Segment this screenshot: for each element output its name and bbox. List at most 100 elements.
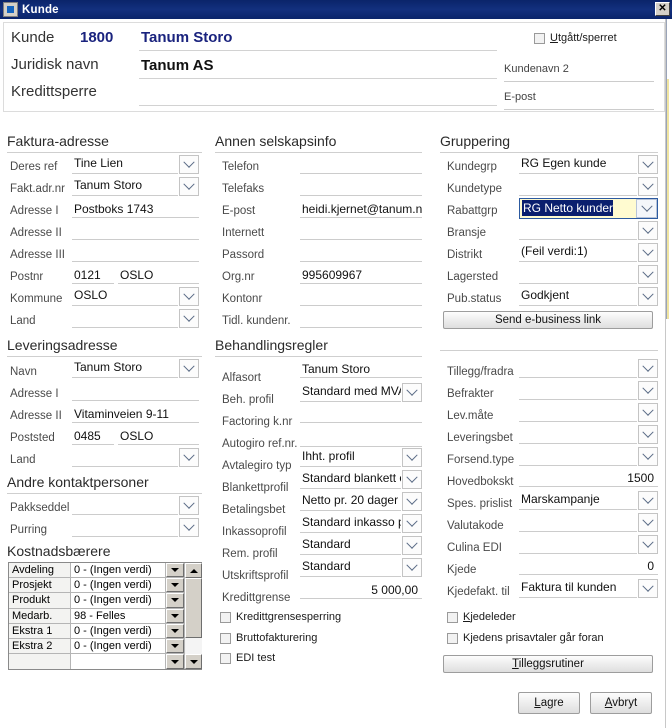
chevron-down-icon[interactable] [179, 496, 199, 515]
utgatt-sperret-checkbox[interactable]: Utgått/sperret [534, 32, 617, 44]
chevron-down-icon[interactable] [638, 155, 658, 174]
rem-profil-value[interactable]: Standard [300, 536, 401, 555]
levering-adresse-ii-field[interactable]: Vitaminveien 9-11 [72, 406, 199, 423]
checkbox-icon[interactable] [220, 652, 231, 664]
kjedeleder-checkbox[interactable]: Kjedeleder [447, 611, 516, 623]
kunde-number[interactable]: 1800 [80, 29, 113, 46]
deres-ref-value[interactable]: Tine Lien [72, 155, 178, 174]
forsend-type-combo[interactable] [519, 447, 658, 466]
kunde-name-value[interactable]: Tanum Storo [141, 29, 232, 46]
kundetype-value[interactable] [519, 177, 637, 196]
distrikt-combo[interactable]: (Feil verdi:1) [519, 243, 658, 262]
table-row[interactable] [9, 654, 184, 669]
epost-field[interactable]: heidi.kjernet@tanum.no [300, 201, 422, 218]
chevron-down-icon[interactable] [179, 309, 199, 328]
kundegrp-value[interactable]: RG Egen kunde [519, 155, 637, 174]
deres-ref-combo[interactable]: Tine Lien [72, 155, 199, 174]
chevron-down-icon[interactable] [166, 608, 184, 623]
faktura-postnr-field[interactable]: 0121 [72, 267, 114, 284]
chevron-down-icon[interactable] [166, 623, 184, 638]
checkbox-icon[interactable] [447, 611, 458, 623]
kjedefakt-til-value[interactable]: Faktura til kunden [519, 579, 637, 598]
betalingsbet-value[interactable]: Netto pr. 20 dager [300, 492, 401, 511]
kredittgrense-field[interactable]: 5 000,00 [300, 582, 422, 599]
lagersted-combo[interactable] [519, 265, 658, 284]
telefaks-field[interactable] [300, 179, 422, 196]
kostnadsbaerere-grid[interactable]: Avdeling 0 - (Ingen verdi) Prosjekt 0 - … [8, 562, 202, 670]
passord-field[interactable] [300, 245, 422, 262]
befrakter-value[interactable] [519, 381, 637, 400]
kundegrp-combo[interactable]: RG Egen kunde [519, 155, 658, 174]
chevron-down-icon[interactable] [638, 447, 658, 466]
levering-navn-combo[interactable]: Tanum Storo [72, 359, 199, 378]
pub-status-combo[interactable]: Godkjent [519, 287, 658, 306]
levering-postnr-field[interactable]: 0485 [72, 428, 114, 445]
rem-profil-combo[interactable]: Standard [300, 536, 422, 555]
chevron-down-icon[interactable] [638, 177, 658, 196]
checkbox-icon[interactable] [220, 632, 231, 644]
table-row[interactable]: Produkt 0 - (Ingen verdi) [9, 593, 184, 609]
scroll-up-icon[interactable] [185, 563, 202, 578]
chevron-down-icon[interactable] [179, 518, 199, 537]
chevron-down-icon[interactable] [166, 593, 184, 608]
beh-profil-value[interactable]: Standard med MVA [300, 383, 401, 402]
chevron-down-icon[interactable] [166, 563, 184, 578]
valutakode-combo[interactable] [519, 513, 658, 532]
chevron-down-icon[interactable] [402, 558, 422, 577]
spes-prisliste-combo[interactable]: Marskampanje [519, 491, 658, 510]
faktura-adresse-i-field[interactable]: Postboks 1743 [72, 201, 199, 218]
chevron-down-icon[interactable] [402, 514, 422, 533]
pakkseddel-combo[interactable] [72, 496, 199, 515]
kommune-value[interactable]: OSLO [72, 287, 178, 306]
chevron-down-icon[interactable] [638, 513, 658, 532]
culina-edi-value[interactable] [519, 535, 637, 554]
chevron-down-icon[interactable] [402, 536, 422, 555]
inkassoprofil-combo[interactable]: Standard inkasso pr [300, 514, 422, 533]
chevron-down-icon[interactable] [179, 287, 199, 306]
table-row[interactable]: Ekstra 1 0 - (Ingen verdi) [9, 623, 184, 639]
inkassoprofil-value[interactable]: Standard inkasso pr [300, 514, 401, 533]
close-icon[interactable]: ✕ [655, 2, 670, 16]
kb-row-value[interactable]: 0 - (Ingen verdi) [71, 593, 166, 608]
rabattgrp-value[interactable]: RG Netto kunder [522, 200, 614, 216]
levering-poststed-field[interactable]: OSLO [118, 428, 199, 445]
chevron-down-icon[interactable] [638, 221, 658, 240]
tidl-kundenr-field[interactable] [300, 311, 422, 328]
bransje-combo[interactable] [519, 221, 658, 240]
kb-row-value[interactable]: 0 - (Ingen verdi) [71, 563, 166, 578]
purring-combo[interactable] [72, 518, 199, 537]
save-button[interactable]: Lagre [518, 692, 580, 714]
kommune-combo[interactable]: OSLO [72, 287, 199, 306]
fakt-adr-nr-combo[interactable]: Tanum Storo [72, 177, 199, 196]
land-faktura-value[interactable] [72, 309, 178, 328]
faktura-poststed-field[interactable]: OSLO [118, 267, 199, 284]
alfasort-field[interactable]: Tanum Storo [300, 361, 422, 378]
pakkseddel-value[interactable] [72, 496, 178, 515]
kb-row-value[interactable]: 0 - (Ingen verdi) [71, 578, 166, 593]
chevron-down-icon[interactable] [638, 403, 658, 422]
kb-row-value[interactable]: 0 - (Ingen verdi) [71, 623, 166, 638]
checkbox-icon[interactable] [534, 32, 545, 44]
faktura-adresse-iii-field[interactable] [72, 245, 199, 262]
beh-profil-combo[interactable]: Standard med MVA [300, 383, 422, 402]
internett-field[interactable] [300, 223, 422, 240]
scroll-down-icon[interactable] [185, 654, 202, 669]
befrakter-combo[interactable] [519, 381, 658, 400]
chevron-down-icon[interactable] [638, 287, 658, 306]
lev-mate-combo[interactable] [519, 403, 658, 422]
lagersted-value[interactable] [519, 265, 637, 284]
land-levering-combo[interactable] [72, 448, 199, 467]
kb-row-value[interactable] [71, 654, 166, 669]
utskriftsprofil-value[interactable]: Standard [300, 558, 401, 577]
forsend-type-value[interactable] [519, 447, 637, 466]
chevron-down-icon[interactable] [638, 265, 658, 284]
chevron-down-icon[interactable] [402, 383, 422, 402]
chevron-down-icon[interactable] [402, 448, 422, 467]
distrikt-value[interactable]: (Feil verdi:1) [519, 243, 637, 262]
chevron-down-icon[interactable] [638, 535, 658, 554]
avtalegiro-typ-value[interactable]: Ihht. profil [300, 448, 401, 467]
edi-test-checkbox[interactable]: EDI test [220, 652, 275, 664]
avtalegiro-typ-combo[interactable]: Ihht. profil [300, 448, 422, 467]
pub-status-value[interactable]: Godkjent [519, 287, 637, 306]
chevron-down-icon[interactable] [179, 359, 199, 378]
